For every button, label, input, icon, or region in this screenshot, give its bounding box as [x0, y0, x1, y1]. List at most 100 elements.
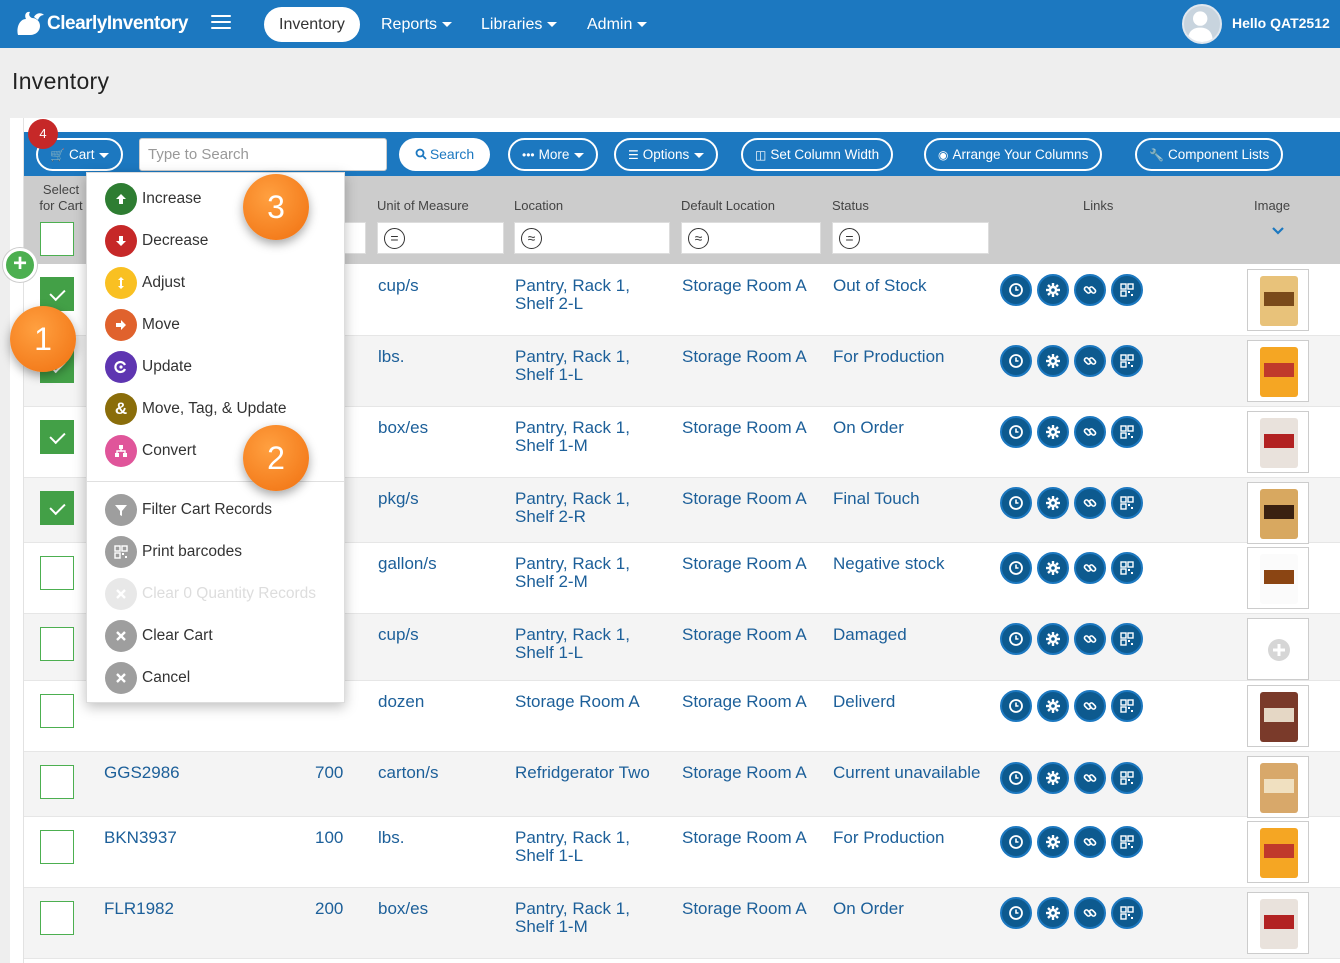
history-button[interactable]: [1000, 552, 1032, 584]
column-header-location[interactable]: Location: [514, 198, 563, 213]
nav-reports[interactable]: Reports: [381, 7, 453, 42]
item-code-link[interactable]: GGS2986: [104, 764, 180, 782]
options-button[interactable]: ☰ Options: [614, 138, 719, 171]
chevron-down-icon[interactable]: [1271, 226, 1285, 236]
barcode-button[interactable]: [1111, 274, 1143, 306]
product-image[interactable]: [1247, 685, 1309, 747]
nav-admin[interactable]: Admin: [587, 7, 648, 42]
select-for-cart-checkbox[interactable]: [40, 491, 74, 525]
equals-operator-icon[interactable]: =: [839, 228, 860, 249]
settings-button[interactable]: [1037, 762, 1069, 794]
product-image[interactable]: [1247, 340, 1309, 402]
search-input[interactable]: [139, 138, 387, 171]
product-image[interactable]: [1247, 892, 1309, 954]
add-image-placeholder[interactable]: [1247, 618, 1309, 680]
product-image[interactable]: [1247, 411, 1309, 473]
more-button[interactable]: ••• More: [508, 138, 599, 171]
links-button[interactable]: [1074, 552, 1106, 584]
barcode-button[interactable]: [1111, 690, 1143, 722]
settings-button[interactable]: [1037, 552, 1069, 584]
product-image[interactable]: [1247, 756, 1309, 818]
select-for-cart-checkbox[interactable]: [40, 556, 74, 590]
menu-item-decrease[interactable]: Decrease: [105, 225, 208, 257]
history-button[interactable]: [1000, 274, 1032, 306]
filter-default-location[interactable]: ≈: [681, 222, 821, 254]
app-logo[interactable]: ClearlyInventory: [14, 8, 188, 40]
filter-location[interactable]: ≈: [514, 222, 670, 254]
select-for-cart-checkbox[interactable]: [40, 627, 74, 661]
barcode-button[interactable]: [1111, 762, 1143, 794]
product-image[interactable]: [1247, 547, 1309, 609]
menu-item-move[interactable]: Move: [105, 309, 180, 341]
nav-inventory[interactable]: Inventory: [264, 7, 360, 42]
select-all-checkbox[interactable]: [40, 222, 74, 256]
history-button[interactable]: [1000, 623, 1032, 655]
barcode-button[interactable]: [1111, 623, 1143, 655]
menu-item-move-tag-update[interactable]: & Move, Tag, & Update: [105, 393, 286, 425]
history-button[interactable]: [1000, 690, 1032, 722]
select-for-cart-checkbox[interactable]: [40, 765, 74, 799]
history-button[interactable]: [1000, 487, 1032, 519]
barcode-button[interactable]: [1111, 897, 1143, 929]
nav-libraries[interactable]: Libraries: [481, 7, 558, 42]
menu-item-cancel[interactable]: Cancel: [105, 662, 190, 694]
links-button[interactable]: [1074, 826, 1106, 858]
set-column-width-button[interactable]: ◫ Set Column Width: [741, 138, 894, 171]
approx-operator-icon[interactable]: ≈: [521, 228, 542, 249]
links-button[interactable]: [1074, 762, 1106, 794]
links-button[interactable]: [1074, 623, 1106, 655]
user-avatar[interactable]: [1182, 4, 1222, 44]
product-image[interactable]: [1247, 269, 1309, 331]
links-button[interactable]: [1074, 690, 1106, 722]
column-header-status[interactable]: Status: [832, 198, 869, 213]
filter-status[interactable]: =: [832, 222, 989, 254]
history-button[interactable]: [1000, 826, 1032, 858]
links-button[interactable]: [1074, 416, 1106, 448]
barcode-button[interactable]: [1111, 416, 1143, 448]
column-header-unit-of-measure[interactable]: Unit of Measure: [377, 198, 469, 213]
settings-button[interactable]: [1037, 690, 1069, 722]
select-for-cart-checkbox[interactable]: [40, 694, 74, 728]
table-row[interactable]: [24, 752, 1340, 817]
menu-item-increase[interactable]: Increase: [105, 183, 201, 215]
barcode-button[interactable]: [1111, 345, 1143, 377]
menu-item-update[interactable]: Update: [105, 351, 192, 383]
item-code-link[interactable]: BKN3937: [104, 829, 177, 847]
menu-item-adjust[interactable]: Adjust: [105, 267, 185, 299]
menu-item-convert[interactable]: Convert: [105, 435, 196, 467]
item-code-link[interactable]: FLR1982: [104, 900, 174, 918]
barcode-button[interactable]: [1111, 826, 1143, 858]
add-item-icon[interactable]: +: [3, 248, 37, 282]
filter-unit-of-measure[interactable]: =: [377, 222, 504, 254]
search-button[interactable]: Search: [399, 138, 490, 171]
menu-item-clear-cart[interactable]: Clear Cart: [105, 620, 213, 652]
settings-button[interactable]: [1037, 826, 1069, 858]
settings-button[interactable]: [1037, 487, 1069, 519]
links-button[interactable]: [1074, 345, 1106, 377]
links-button[interactable]: [1074, 487, 1106, 519]
settings-button[interactable]: [1037, 623, 1069, 655]
barcode-button[interactable]: [1111, 487, 1143, 519]
menu-item-filter-cart[interactable]: Filter Cart Records: [105, 494, 272, 526]
select-for-cart-checkbox[interactable]: [40, 420, 74, 454]
history-button[interactable]: [1000, 762, 1032, 794]
component-lists-button[interactable]: 🔧 Component Lists: [1135, 138, 1284, 171]
barcode-button[interactable]: [1111, 552, 1143, 584]
hamburger-menu-icon[interactable]: [211, 15, 231, 31]
select-for-cart-checkbox[interactable]: [40, 830, 74, 864]
links-button[interactable]: [1074, 897, 1106, 929]
links-button[interactable]: [1074, 274, 1106, 306]
settings-button[interactable]: [1037, 345, 1069, 377]
history-button[interactable]: [1000, 897, 1032, 929]
product-image[interactable]: [1247, 821, 1309, 883]
settings-button[interactable]: [1037, 416, 1069, 448]
history-button[interactable]: [1000, 416, 1032, 448]
user-greeting[interactable]: Hello QAT2512: [1232, 15, 1330, 31]
arrange-columns-button[interactable]: ◉ Arrange Your Columns: [924, 138, 1103, 171]
approx-operator-icon[interactable]: ≈: [688, 228, 709, 249]
menu-item-print-barcodes[interactable]: Print barcodes: [105, 536, 242, 568]
history-button[interactable]: [1000, 345, 1032, 377]
settings-button[interactable]: [1037, 274, 1069, 306]
product-image[interactable]: [1247, 482, 1309, 544]
select-for-cart-checkbox[interactable]: [40, 901, 74, 935]
